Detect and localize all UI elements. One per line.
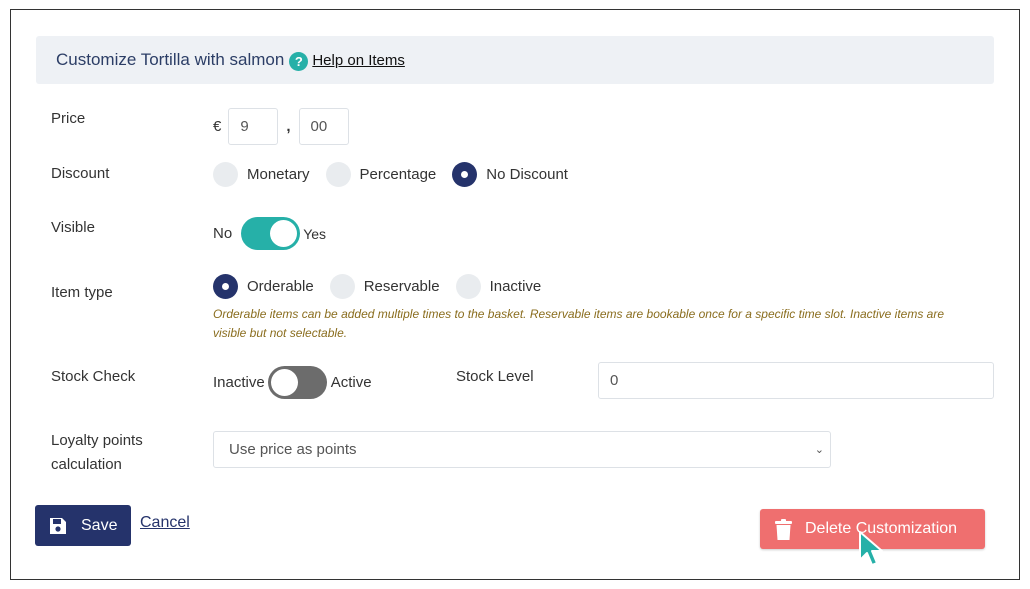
stock-check-toggle-group: Inactive Active	[213, 366, 372, 399]
currency-symbol: €	[213, 118, 222, 135]
stock-check-toggle[interactable]	[267, 366, 327, 399]
visible-toggle[interactable]	[241, 217, 301, 250]
save-button[interactable]: Save	[35, 505, 131, 546]
header-bar: Customize Tortilla with salmon ? Help on…	[36, 36, 994, 84]
stock-check-off-label: Inactive	[213, 374, 265, 391]
cancel-link[interactable]: Cancel	[140, 514, 190, 532]
loyalty-label-line1: Loyalty points	[51, 432, 143, 449]
stock-check-label: Stock Check	[51, 368, 136, 385]
trash-icon	[775, 518, 792, 540]
stock-level-label: Stock Level	[456, 368, 534, 385]
save-button-label: Save	[81, 516, 118, 534]
discount-label: Discount	[51, 165, 110, 182]
page-title: Customize Tortilla with salmon	[56, 50, 285, 69]
price-label: Price	[51, 110, 86, 127]
item-type-label: Item type	[51, 284, 113, 301]
price-cents-input[interactable]: 00	[298, 108, 349, 145]
stock-level-input[interactable]: 0	[598, 362, 994, 399]
help-on-items-link[interactable]: Help on Items	[312, 52, 405, 69]
stock-check-on-label: Active	[330, 374, 372, 391]
loyalty-label-line2: calculation	[51, 456, 122, 473]
discount-percentage-radio[interactable]	[325, 162, 351, 187]
item-type-reservable-radio[interactable]	[329, 274, 355, 299]
visible-toggle-group: No Yes	[213, 217, 326, 250]
discount-monetary-label[interactable]: Monetary	[247, 166, 310, 183]
item-type-inactive-radio[interactable]	[455, 274, 481, 299]
item-type-inactive-label[interactable]: Inactive	[490, 278, 542, 295]
discount-none-radio[interactable]	[452, 162, 478, 187]
loyalty-label: Loyalty points calculation	[51, 429, 143, 477]
help-icon[interactable]: ?	[289, 51, 309, 71]
discount-none-label[interactable]: No Discount	[486, 166, 568, 183]
price-group: € 9 , 00	[213, 108, 349, 145]
price-separator: ,	[286, 118, 291, 135]
discount-radio-group: Monetary Percentage No Discount	[213, 162, 584, 187]
item-type-reservable-label[interactable]: Reservable	[364, 278, 440, 295]
item-type-hint: Orderable items can be added multiple ti…	[213, 307, 945, 340]
loyalty-select-value: Use price as points	[229, 441, 357, 458]
mouse-cursor-icon	[859, 531, 883, 566]
item-type-orderable-radio[interactable]	[213, 274, 238, 299]
item-type-radio-group: Orderable Reservable Inactive	[213, 274, 557, 299]
visible-on-label: Yes	[303, 225, 327, 242]
discount-monetary-radio[interactable]	[213, 162, 238, 187]
loyalty-select[interactable]: Use price as points ⌄	[213, 431, 831, 468]
floppy-disk-icon	[50, 517, 66, 534]
chevron-down-icon: ⌄	[814, 444, 824, 456]
visible-label: Visible	[51, 219, 95, 236]
item-type-orderable-label[interactable]: Orderable	[247, 278, 314, 295]
discount-percentage-label[interactable]: Percentage	[360, 166, 437, 183]
visible-off-label: No	[213, 225, 233, 242]
price-whole-input[interactable]: 9	[228, 108, 279, 145]
